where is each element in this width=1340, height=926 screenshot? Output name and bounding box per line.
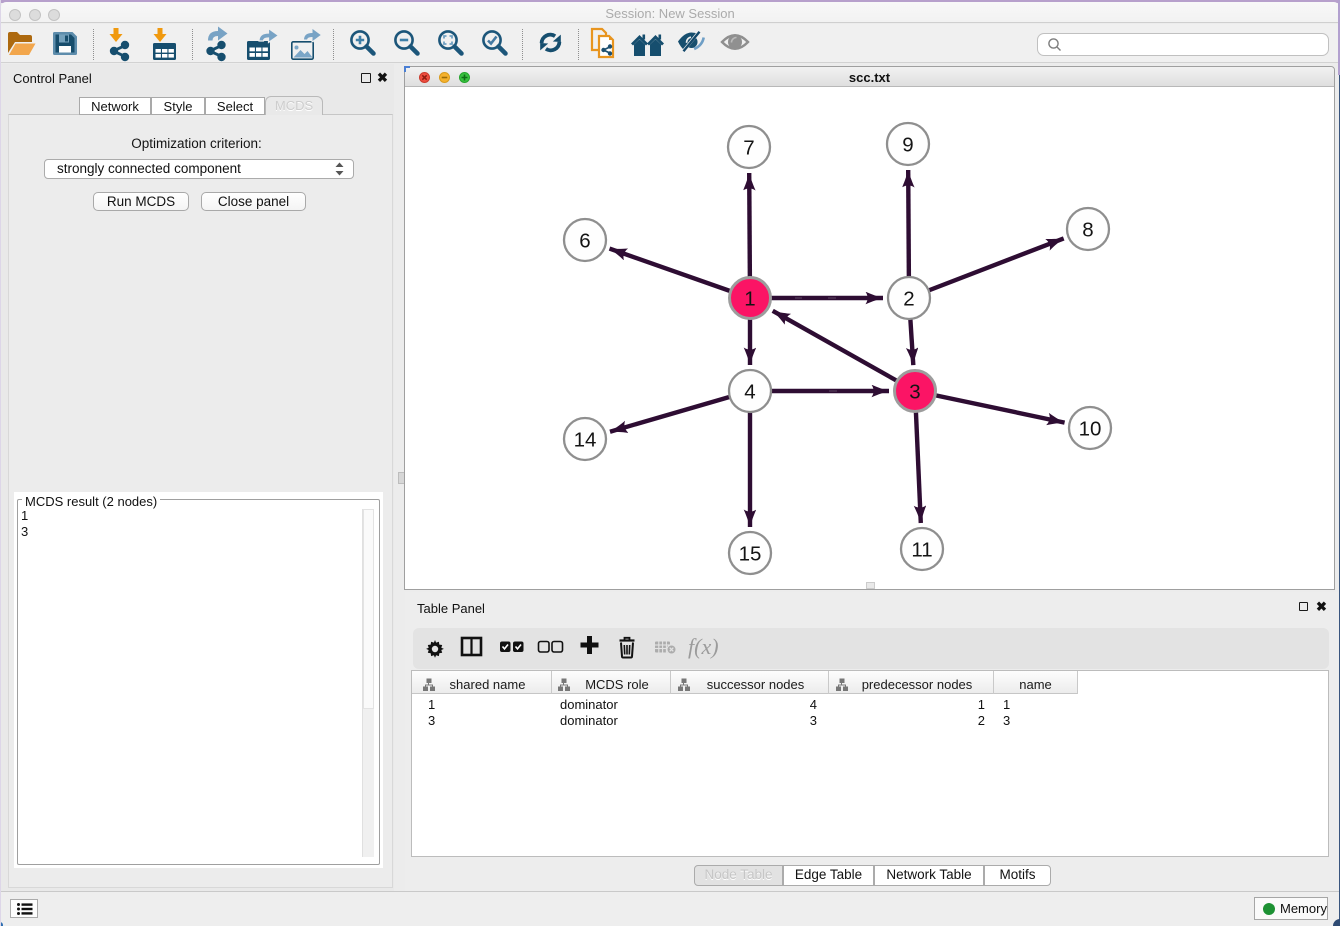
svg-text:1: 1 bbox=[744, 288, 755, 311]
svg-text:15: 15 bbox=[739, 543, 762, 566]
svg-text:8: 8 bbox=[1082, 219, 1093, 242]
svg-text:10: 10 bbox=[1079, 418, 1102, 441]
svg-text:7: 7 bbox=[743, 137, 754, 160]
svg-text:3: 3 bbox=[909, 381, 920, 404]
svg-text:9: 9 bbox=[902, 134, 913, 157]
svg-text:4: 4 bbox=[744, 381, 755, 404]
svg-text:f(x): f(x) bbox=[688, 634, 719, 659]
svg-text:2: 2 bbox=[903, 288, 914, 311]
svg-text:11: 11 bbox=[911, 539, 932, 562]
svg-text:6: 6 bbox=[579, 230, 590, 253]
svg-text:14: 14 bbox=[574, 429, 597, 452]
